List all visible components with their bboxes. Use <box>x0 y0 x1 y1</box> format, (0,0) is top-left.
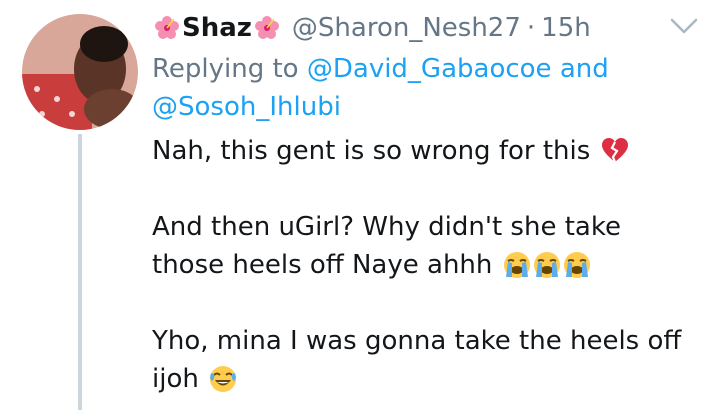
reply-prefix: Replying to <box>152 54 299 84</box>
tweet-line: those heels off Naye ahhh <box>152 250 493 280</box>
tweet-line: Nah, this gent is so wrong for this <box>152 136 591 166</box>
tweet-line: And then uGirl? Why didn't she take <box>152 212 621 242</box>
face-with-tears-of-joy-emoji <box>209 365 237 393</box>
loudly-crying-face-emoji <box>503 251 531 279</box>
timestamp[interactable]: 15h <box>541 13 591 43</box>
tweet-paragraph: Yho, mina I was gonna take the heels off… <box>152 322 712 398</box>
hibiscus-icon <box>154 15 180 41</box>
tweet-header: Shaz @Sharon_Nesh27 · 15h <box>152 8 662 48</box>
tweet-text: Nah, this gent is so wrong for this And … <box>152 132 712 398</box>
reply-and: and <box>559 54 609 84</box>
mention-link[interactable]: @David_Gabaocoe <box>307 54 552 84</box>
chevron-down-icon[interactable] <box>668 14 700 38</box>
avatar[interactable] <box>22 14 138 130</box>
hibiscus-icon <box>254 15 280 41</box>
loudly-crying-face-emoji <box>563 251 591 279</box>
avatar-photo <box>22 14 138 130</box>
separator: · <box>526 13 536 43</box>
user-handle[interactable]: @Sharon_Nesh27 <box>292 13 521 43</box>
display-name[interactable]: Shaz <box>182 13 252 43</box>
tweet-paragraph: Nah, this gent is so wrong for this <box>152 132 712 170</box>
loudly-crying-face-emoji <box>533 251 561 279</box>
thread-line <box>78 134 82 410</box>
replying-to: Replying to @David_Gabaocoe and @Sosoh_I… <box>152 50 692 126</box>
tweet-line: Yho, mina I was gonna take the heels off <box>152 326 682 356</box>
tweet-paragraph: And then uGirl? Why didn't she take thos… <box>152 208 712 284</box>
broken-heart-emoji <box>601 137 629 165</box>
tweet-line: ijoh <box>152 364 199 394</box>
mention-link[interactable]: @Sosoh_Ihlubi <box>152 92 341 122</box>
